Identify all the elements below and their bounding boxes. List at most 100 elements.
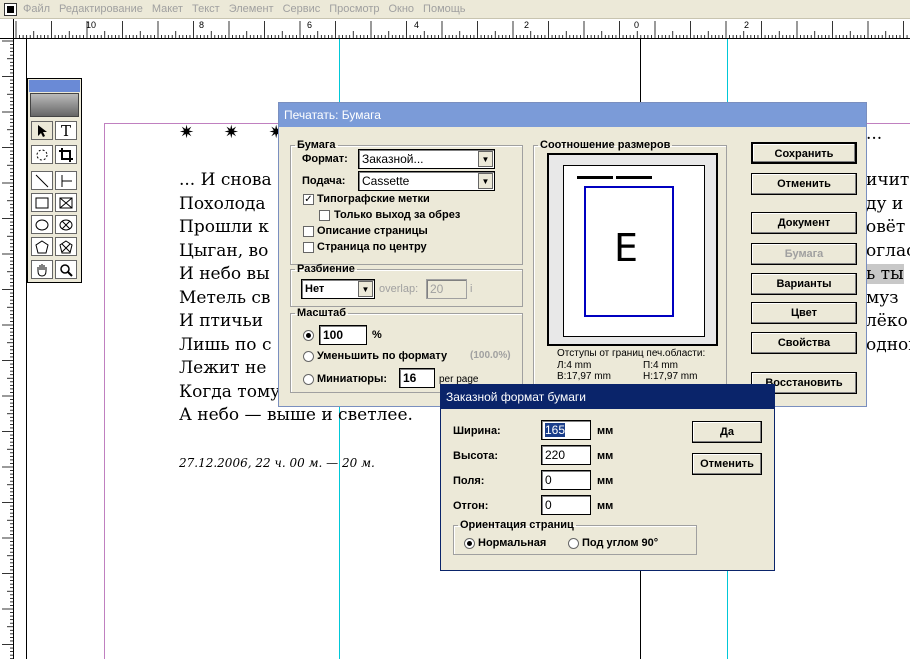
text-line: лёко [866,311,908,331]
scale-input[interactable]: 100 [319,325,367,345]
polygon-frame-tool-icon[interactable] [55,237,77,256]
line-tool-icon[interactable] [31,171,53,190]
cancel-button[interactable]: Отменить [751,173,857,195]
rectangle-tool-icon[interactable] [31,193,53,212]
menu-element[interactable]: Элемент [229,3,274,15]
text-line: ду и [866,193,904,214]
ok-button[interactable]: Да [692,421,762,443]
format-select[interactable]: Заказной... ▼ [358,149,495,169]
center-page-checkbox[interactable] [303,242,314,253]
menu-bar: Файл Редактирование Макет Текст Элемент … [0,0,910,19]
text-tool-icon[interactable]: T [55,121,77,140]
printer-marks-checkbox[interactable]: ✓ [303,194,314,205]
dialog-title[interactable]: Печатать: Бумага [279,103,866,127]
text-line: одной [866,334,910,355]
polygon-tool-icon[interactable] [31,237,53,256]
offsets-title: Отступы от границ печ.области: [557,348,706,359]
overlap-input[interactable]: 20 [426,279,467,299]
page-preview: E [547,153,718,346]
width-label: Ширина: [453,425,501,437]
ruler-label: 2 [524,20,530,30]
landscape-radio[interactable] [568,538,579,549]
page-info-checkbox[interactable] [303,226,314,237]
menu-file[interactable]: Файл [23,3,50,15]
group-label: Ориентация страниц [460,519,574,531]
height-input[interactable]: 220 [541,445,591,465]
color-button[interactable]: Цвет [751,302,857,324]
paper-button[interactable]: Бумага [751,243,857,265]
group-label: Соотношение размеров [540,139,671,151]
ruler-label: 0 [634,20,640,30]
width-input[interactable]: 165 [541,420,591,440]
group-label: Бумага [297,139,336,151]
document-button[interactable]: Документ [751,212,857,234]
ellipse-tool-icon[interactable] [31,215,53,234]
menu-type[interactable]: Текст [192,3,220,15]
feed-select[interactable]: Cassette ▼ [358,171,495,191]
page-info-label: Описание страницы [317,225,428,237]
printer-mark [616,176,652,179]
selected-text: ь ты [866,264,904,284]
feed-value: Cassette [362,174,410,188]
horizontal-ruler[interactable]: 10 8 6 4 2 0 2 [14,19,910,39]
horizontal-ruler-ticks [15,21,908,38]
vertical-ruler[interactable] [0,39,14,659]
toolbox-titlebar[interactable] [29,80,80,92]
thumbnails-label: Миниатюры: [317,373,388,385]
custom-paper-size-dialog: Заказной формат бумаги Ширина: 165 мм Вы… [440,384,775,571]
menu-edit[interactable]: Редактирование [59,3,143,15]
options-button[interactable]: Варианты [751,273,857,295]
unit-label: мм [597,475,614,487]
vertical-ruler-ticks [2,40,13,659]
text-fragment: ичит ду и овёт оглас ь ты муз лёко одной [866,169,910,357]
offset-left: Л:4 mm [557,360,592,371]
zoom-tool-icon[interactable] [55,260,77,279]
save-button[interactable]: Сохранить [751,142,857,164]
perpendicular-line-tool-icon[interactable] [55,171,77,190]
chevron-down-icon[interactable]: ▼ [478,151,493,167]
cancel-button[interactable]: Отменить [692,453,762,475]
overlap-label: overlap: [379,283,419,295]
text-line: оглас [866,240,910,261]
portrait-label: Нормальная [478,537,547,549]
format-value: Заказной... [362,152,424,166]
scale-percent-radio[interactable] [303,330,314,341]
printer-mark [577,176,613,179]
scale-unit: % [372,329,382,341]
reduce-to-fit-radio[interactable] [303,351,314,362]
printer-marks-label: Типографские метки [317,193,430,205]
thumbnails-radio[interactable] [303,374,314,385]
app-icon[interactable] [4,2,17,16]
bleed-only-checkbox[interactable] [319,210,330,221]
menu-window[interactable]: Окно [388,3,414,15]
menu-layout[interactable]: Макет [152,3,183,15]
rotate-tool-icon[interactable] [31,145,53,164]
unit-label: мм [597,500,614,512]
print-paper-dialog: Печатать: Бумага Бумага Формат: Заказной… [278,102,867,407]
thumbnails-input[interactable]: 16 [399,368,435,388]
gutter-input[interactable]: 0 [541,495,591,515]
menu-help[interactable]: Помощь [423,3,466,15]
portrait-radio[interactable] [464,538,475,549]
paper-preview: E [563,165,705,337]
ruler-label: 10 [86,20,97,30]
dialog-title[interactable]: Заказной формат бумаги [441,385,774,409]
tiling-value: Нет [305,283,325,295]
chevron-down-icon[interactable]: ▼ [358,281,373,297]
pointer-tool-icon[interactable] [31,121,53,140]
chevron-down-icon[interactable]: ▼ [478,173,493,189]
unit-label: мм [597,450,614,462]
margins-input[interactable]: 0 [541,470,591,490]
properties-button[interactable]: Свойства [751,332,857,354]
hand-tool-icon[interactable] [31,260,53,279]
menu-utilities[interactable]: Сервис [283,3,321,15]
rectangle-frame-tool-icon[interactable] [55,193,77,212]
ruler-origin[interactable] [0,19,14,39]
menu-view[interactable]: Просмотр [329,3,379,15]
tiling-select[interactable]: Нет ▼ [301,279,375,299]
landscape-label: Под углом 90° [582,537,659,549]
text-line: муз [866,287,899,308]
text-line: ь ты [866,263,910,287]
ellipse-frame-tool-icon[interactable] [55,215,77,234]
crop-tool-icon[interactable] [55,145,77,164]
